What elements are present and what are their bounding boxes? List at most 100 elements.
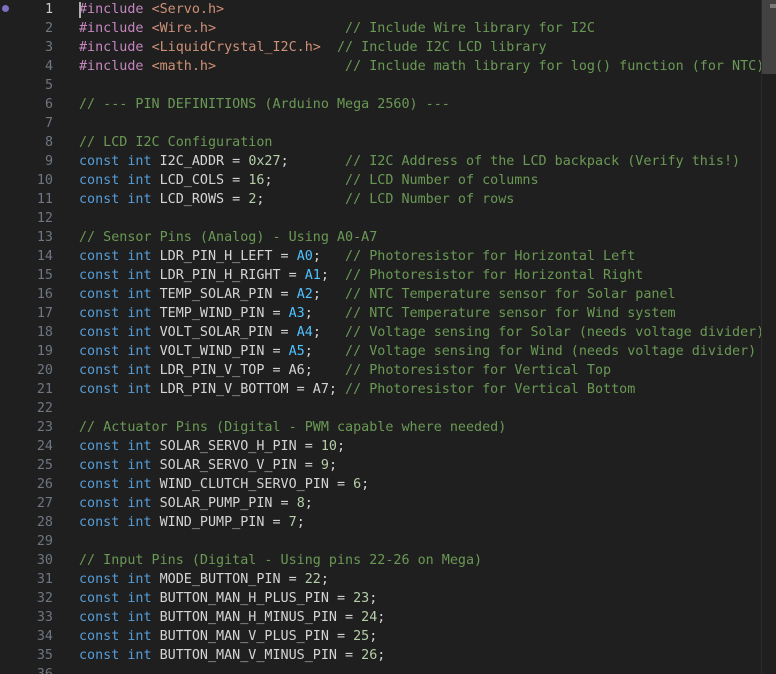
string-token: <LiquidCrystal_I2C.h> <box>151 40 321 55</box>
line-content[interactable]: #include <math.h> // Include math librar… <box>79 57 764 76</box>
identifier-token: BUTTON_MAN_V_PLUS_PIN = <box>159 629 354 644</box>
line-content[interactable]: const int LDR_PIN_V_TOP = A6; // Photore… <box>79 361 611 380</box>
line-content[interactable]: const int LDR_PIN_H_RIGHT = A1; // Photo… <box>79 266 643 285</box>
identifier-token: ; <box>264 173 273 188</box>
identifier-token: WIND_CLUTCH_SERVO_PIN = <box>159 477 354 492</box>
line-number: 23 <box>36 420 53 435</box>
comment-token: // --- PIN DEFINITIONS (Arduino Mega 256… <box>79 97 450 112</box>
code-line[interactable]: 4 #include <math.h> // Include math libra… <box>0 57 776 76</box>
identifier-token: LCD_COLS = <box>159 173 249 188</box>
line-number: 12 <box>36 211 53 226</box>
code-line[interactable]: 15 const int LDR_PIN_H_RIGHT = A1; // Pho… <box>0 266 776 285</box>
code-line[interactable]: 2 #include <Wire.h> // Include Wire libra… <box>0 19 776 38</box>
code-line[interactable]: 6 // --- PIN DEFINITIONS (Arduino Mega 25… <box>0 95 776 114</box>
line-content[interactable]: const int VOLT_SOLAR_PIN = A4; // Voltag… <box>79 323 764 342</box>
comment-token: // I2C Address of the LCD backpack (Veri… <box>288 154 741 169</box>
code-line[interactable]: 20 const int LDR_PIN_V_TOP = A6; // Photo… <box>0 361 776 380</box>
code-line[interactable]: 17 const int TEMP_WIND_PIN = A3; // NTC T… <box>0 304 776 323</box>
comment-token: // NTC Temperature sensor for Solar pane… <box>320 287 676 302</box>
keyword-token: const int <box>79 287 160 302</box>
identifier-token: ; <box>337 439 346 454</box>
code-line[interactable]: 22 <box>0 399 776 418</box>
line-content[interactable]: const int WIND_PUMP_PIN = 7; <box>79 513 305 532</box>
scrollbar-thumb[interactable] <box>762 0 776 74</box>
line-content[interactable]: const int BUTTON_MAN_V_MINUS_PIN = 26; <box>79 646 385 665</box>
keyword-token: const int <box>79 363 160 378</box>
code-line[interactable]: 5 <box>0 76 776 95</box>
line-content[interactable]: const int MODE_BUTTON_PIN = 22; <box>79 570 329 589</box>
preprocessor-token: #include <box>79 21 152 36</box>
line-content[interactable]: // Input Pins (Digital - Using pins 22-2… <box>79 551 482 570</box>
line-content[interactable]: const int LCD_COLS = 16; // LCD Number o… <box>79 171 539 190</box>
code-line[interactable]: 21 const int LDR_PIN_V_BOTTOM = A7; // Ph… <box>0 380 776 399</box>
code-line[interactable]: 30 // Input Pins (Digital - Using pins 22… <box>0 551 776 570</box>
code-line[interactable]: 35 const int BUTTON_MAN_V_MINUS_PIN = 26; <box>0 646 776 665</box>
line-content[interactable]: // LCD I2C Configuration <box>79 133 272 152</box>
line-number: 20 <box>36 363 53 378</box>
line-content[interactable]: // Sensor Pins (Analog) - Using A0-A7 <box>79 228 377 247</box>
number-token: 0x27 <box>248 154 281 169</box>
keyword-token: const int <box>79 249 160 264</box>
line-number: 19 <box>36 344 53 359</box>
code-line[interactable]: 18 const int VOLT_SOLAR_PIN = A4; // Volt… <box>0 323 776 342</box>
code-line[interactable]: 27 const int SOLAR_PUMP_PIN = 8; <box>0 494 776 513</box>
line-content[interactable]: const int SOLAR_SERVO_H_PIN = 10; <box>79 437 345 456</box>
line-content[interactable]: const int BUTTON_MAN_V_PLUS_PIN = 25; <box>79 627 377 646</box>
code-line[interactable]: 24 const int SOLAR_SERVO_H_PIN = 10; <box>0 437 776 456</box>
line-content[interactable]: const int LDR_PIN_H_LEFT = A0; // Photor… <box>79 247 635 266</box>
code-editor[interactable]: 1 #include <Servo.h> 2 #include <Wire.h> //… <box>0 0 776 674</box>
line-content[interactable]: const int TEMP_SOLAR_PIN = A2; // NTC Te… <box>79 285 676 304</box>
line-content[interactable]: const int SOLAR_SERVO_V_PIN = 9; <box>79 456 337 475</box>
code-line[interactable]: 16 const int TEMP_SOLAR_PIN = A2; // NTC … <box>0 285 776 304</box>
code-line[interactable]: 36 <box>0 665 776 674</box>
code-line[interactable]: 14 const int LDR_PIN_H_LEFT = A0; // Phot… <box>0 247 776 266</box>
code-line[interactable]: 3 #include <LiquidCrystal_I2C.h> // Inclu… <box>0 38 776 57</box>
line-content[interactable]: #include <Servo.h> <box>79 0 224 19</box>
identifier-token: ; <box>312 325 321 340</box>
identifier-token: LDR_PIN_V_BOTTOM = A7; <box>159 382 337 397</box>
comment-token: // LCD Number of columns <box>272 173 539 188</box>
code-line[interactable]: 9 const int I2C_ADDR = 0x27; // I2C Addre… <box>0 152 776 171</box>
line-content[interactable]: const int LCD_ROWS = 2; // LCD Number of… <box>79 190 514 209</box>
number-token: 16 <box>248 173 265 188</box>
code-line[interactable]: 26 const int WIND_CLUTCH_SERVO_PIN = 6; <box>0 475 776 494</box>
line-content[interactable]: const int WIND_CLUTCH_SERVO_PIN = 6; <box>79 475 369 494</box>
code-line[interactable]: 33 const int BUTTON_MAN_H_MINUS_PIN = 24; <box>0 608 776 627</box>
vertical-scrollbar[interactable] <box>761 0 776 674</box>
code-line[interactable]: 19 const int VOLT_WIND_PIN = A5; // Volta… <box>0 342 776 361</box>
line-content[interactable]: const int VOLT_WIND_PIN = A5; // Voltage… <box>79 342 756 361</box>
number-token: 23 <box>353 591 370 606</box>
code-line[interactable]: 28 const int WIND_PUMP_PIN = 7; <box>0 513 776 532</box>
code-line[interactable]: 13 // Sensor Pins (Analog) - Using A0-A7 <box>0 228 776 247</box>
line-content[interactable]: const int LDR_PIN_V_BOTTOM = A7; // Phot… <box>79 380 635 399</box>
code-line[interactable]: 10 const int LCD_COLS = 16; // LCD Number… <box>0 171 776 190</box>
code-line[interactable]: 29 <box>0 532 776 551</box>
code-line[interactable]: 1 #include <Servo.h> <box>0 0 776 19</box>
line-content[interactable]: const int BUTTON_MAN_H_MINUS_PIN = 24; <box>79 608 385 627</box>
comment-token: // Input Pins (Digital - Using pins 22-2… <box>79 553 483 568</box>
identifier-token: BUTTON_MAN_H_PLUS_PIN = <box>159 591 354 606</box>
line-content[interactable]: const int I2C_ADDR = 0x27; // I2C Addres… <box>79 152 740 171</box>
line-content[interactable]: const int BUTTON_MAN_H_PLUS_PIN = 23; <box>79 589 377 608</box>
code-line[interactable]: 11 const int LCD_ROWS = 2; // LCD Number … <box>0 190 776 209</box>
line-content[interactable]: const int SOLAR_PUMP_PIN = 8; <box>79 494 313 513</box>
editor-lines[interactable]: 1 #include <Servo.h> 2 #include <Wire.h> //… <box>0 0 776 674</box>
line-content[interactable]: // Actuator Pins (Digital - PWM capable … <box>79 418 506 437</box>
line-number: 16 <box>36 287 53 302</box>
line-content[interactable]: const int TEMP_WIND_PIN = A3; // NTC Tem… <box>79 304 676 323</box>
code-line[interactable]: 25 const int SOLAR_SERVO_V_PIN = 9; <box>0 456 776 475</box>
code-line[interactable]: 12 <box>0 209 776 228</box>
line-content[interactable]: // --- PIN DEFINITIONS (Arduino Mega 256… <box>79 95 450 114</box>
identifier-token: WIND_PUMP_PIN = <box>159 515 289 530</box>
code-line[interactable]: 34 const int BUTTON_MAN_V_PLUS_PIN = 25; <box>0 627 776 646</box>
code-line[interactable]: 31 const int MODE_BUTTON_PIN = 22; <box>0 570 776 589</box>
code-line[interactable]: 32 const int BUTTON_MAN_H_PLUS_PIN = 23; <box>0 589 776 608</box>
code-line[interactable]: 23 // Actuator Pins (Digital - PWM capabl… <box>0 418 776 437</box>
line-content[interactable]: #include <Wire.h> // Include Wire librar… <box>79 19 595 38</box>
code-line[interactable]: 7 <box>0 114 776 133</box>
analog-pin-token: A5 <box>288 344 305 359</box>
line-number: 22 <box>36 401 53 416</box>
line-content[interactable]: #include <LiquidCrystal_I2C.h> // Includ… <box>79 38 547 57</box>
code-line[interactable]: 8 // LCD I2C Configuration <box>0 133 776 152</box>
identifier-token: ; <box>320 572 329 587</box>
